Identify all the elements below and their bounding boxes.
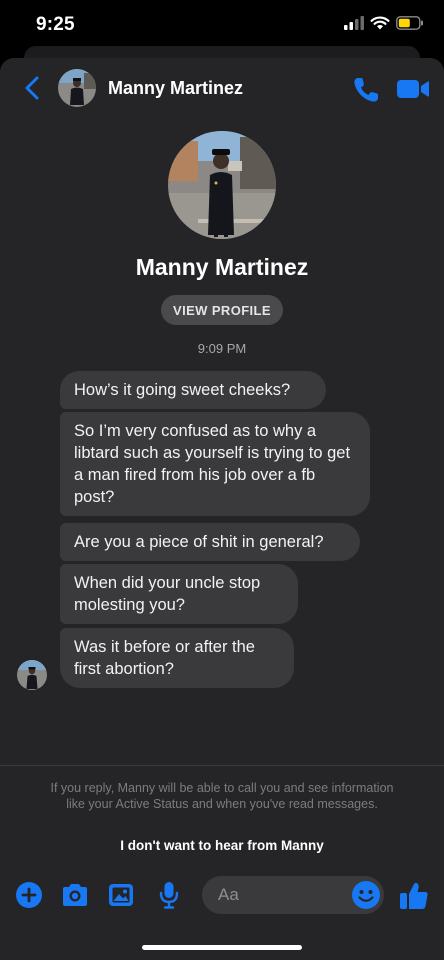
message-bubble[interactable]: So I’m very confused as to why a libtard… (60, 412, 370, 516)
thumbs-up-icon (400, 882, 428, 909)
message-bubble[interactable]: When did your uncle stop molesting you? (60, 564, 298, 624)
status-time: 9:25 (36, 14, 75, 35)
avatar-photo (17, 660, 47, 690)
block-contact-link[interactable]: I don't want to hear from Manny (0, 838, 444, 853)
plus-icon (16, 882, 42, 908)
back-chevron-icon (25, 76, 39, 100)
emoji-icon (352, 881, 380, 909)
avatar-photo (58, 69, 96, 107)
gallery-icon (109, 884, 133, 906)
gallery-button[interactable] (106, 880, 136, 910)
contact-avatar[interactable] (58, 69, 96, 107)
message-bubble[interactable]: Are you a piece of shit in general? (60, 523, 360, 561)
profile-name: Manny Martinez (135, 254, 309, 280)
message-input[interactable] (218, 876, 348, 914)
divider (0, 765, 444, 766)
signal-icon (344, 16, 364, 30)
back-button[interactable] (18, 72, 46, 104)
camera-button[interactable] (60, 880, 90, 910)
messenger-conversation: Manny Martinez Manny Martinez VIEW PROFI… (0, 58, 444, 960)
wifi-icon (370, 16, 390, 30)
like-button[interactable] (398, 880, 430, 912)
video-call-button[interactable] (396, 76, 430, 102)
sender-avatar[interactable] (17, 660, 47, 690)
reply-notice: If you reply, Manny will be able to call… (50, 781, 394, 811)
contact-name[interactable]: Manny Martinez (108, 78, 243, 99)
voice-message-button[interactable] (154, 880, 184, 910)
view-profile-button[interactable]: VIEW PROFILE (161, 295, 283, 325)
more-actions-button[interactable] (14, 880, 44, 910)
video-camera-icon (397, 80, 429, 98)
chat-header: Manny Martinez (0, 58, 444, 118)
camera-icon (63, 884, 87, 906)
audio-call-button[interactable] (350, 74, 382, 106)
emoji-button[interactable] (351, 880, 381, 910)
phone-icon (354, 78, 378, 102)
message-timestamp: 9:09 PM (197, 341, 247, 356)
message-input-container (202, 876, 384, 914)
status-bar: 9:25 (0, 0, 444, 50)
message-bubble[interactable]: How’s it going sweet cheeks? (60, 371, 326, 409)
home-indicator (142, 945, 302, 950)
microphone-icon (159, 882, 179, 909)
battery-icon (396, 16, 423, 30)
message-bubble[interactable]: Was it before or after the first abortio… (60, 628, 294, 688)
profile-avatar[interactable] (168, 131, 276, 239)
profile-photo (168, 131, 276, 239)
message-composer (0, 872, 444, 918)
status-icons (344, 16, 424, 30)
